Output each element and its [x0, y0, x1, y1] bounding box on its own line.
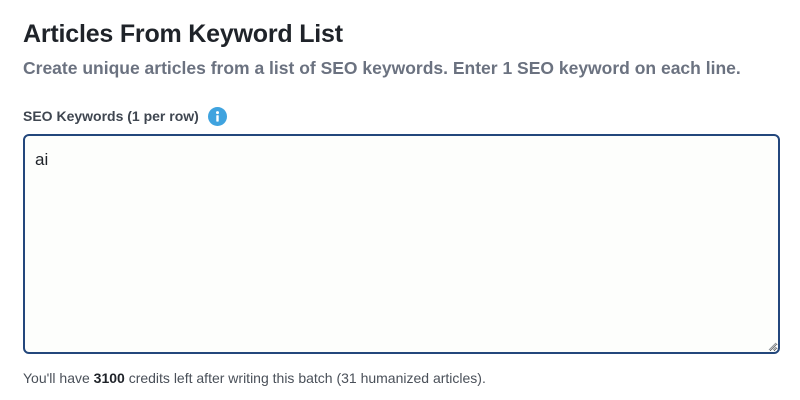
credits-suffix: credits left after writing this batch (3… — [124, 370, 486, 386]
info-icon[interactable] — [207, 106, 227, 126]
keywords-field-label: SEO Keywords (1 per row) — [23, 108, 199, 124]
info-glyph — [215, 110, 219, 122]
page-title: Articles From Keyword List — [23, 20, 343, 48]
credits-prefix: You'll have — [23, 370, 94, 386]
credits-summary: You'll have 3100 credits left after writ… — [23, 370, 486, 386]
page-subtitle: Create unique articles from a list of SE… — [23, 58, 741, 78]
article-generator-form: Articles From Keyword List Create unique… — [0, 0, 800, 400]
credits-amount: 3100 — [93, 370, 125, 386]
keywords-label-row: SEO Keywords (1 per row) — [23, 105, 227, 127]
seo-keywords-textarea[interactable] — [23, 134, 780, 354]
